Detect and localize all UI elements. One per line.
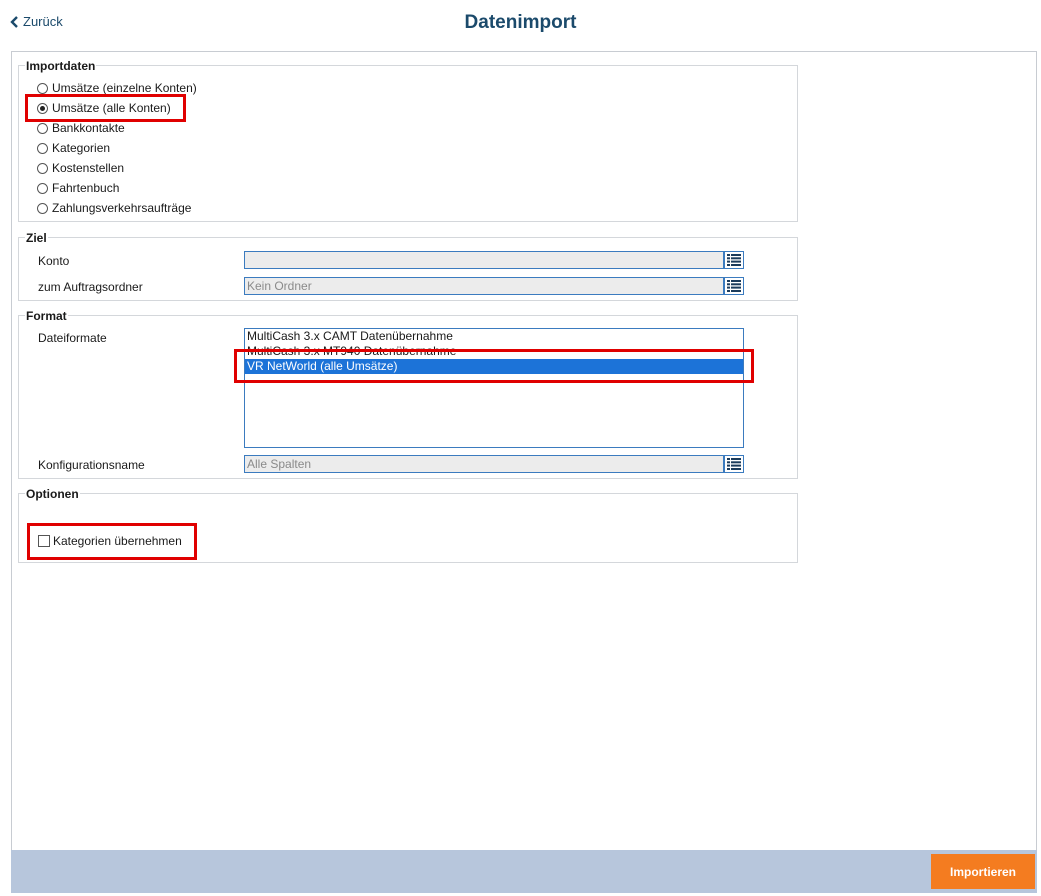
format-legend: Format [25, 309, 68, 323]
radio-button[interactable] [37, 142, 48, 154]
radio-label: Kategorien [52, 141, 111, 155]
list-option[interactable]: MultiCash 3.x MT940 Datenübernahme [245, 344, 743, 359]
radio-fahrtenbuch[interactable]: Fahrtenbuch [37, 181, 119, 195]
radio-label: Zahlungsverkehrsaufträge [52, 201, 192, 215]
ordner-field[interactable]: Kein Ordner [244, 277, 724, 295]
ziel-legend: Ziel [25, 231, 48, 245]
radio-label: Kostenstellen [52, 161, 125, 175]
radio-label: Fahrtenbuch [52, 181, 120, 195]
radio-kategorien[interactable]: Kategorien [37, 141, 110, 155]
radio-kostenstellen[interactable]: Kostenstellen [37, 161, 124, 175]
importdaten-legend: Importdaten [25, 59, 97, 73]
radio-label: Umsätze (alle Konten) [52, 101, 171, 115]
kategorien-uebernehmen-option[interactable]: Kategorien übernehmen [38, 534, 182, 548]
optionen-group [18, 493, 798, 563]
konto-field[interactable] [244, 251, 724, 269]
radio-zahlungsverkehrsauftraege[interactable]: Zahlungsverkehrsaufträge [37, 201, 191, 215]
radio-bankkontakte[interactable]: Bankkontakte [37, 121, 125, 135]
import-button[interactable]: Importieren [931, 854, 1035, 889]
list-icon [727, 254, 741, 266]
dateiformate-label: Dateiformate [38, 331, 107, 345]
optionen-legend: Optionen [25, 487, 80, 501]
konfig-label: Konfigurationsname [38, 458, 145, 472]
radio-button[interactable] [37, 162, 48, 174]
list-icon [727, 458, 741, 470]
ordner-picker-button[interactable] [724, 277, 744, 295]
radio-umsaetze-einzelne[interactable]: Umsätze (einzelne Konten) [37, 81, 197, 95]
konto-label: Konto [38, 254, 70, 268]
radio-label: Umsätze (einzelne Konten) [52, 81, 197, 95]
ordner-label: zum Auftragsordner [38, 280, 143, 294]
radio-button[interactable] [37, 82, 48, 94]
kategorien-checkbox[interactable] [38, 535, 50, 547]
konfig-picker-button[interactable] [724, 455, 744, 473]
radio-button-checked[interactable] [37, 102, 48, 114]
list-option[interactable]: MultiCash 3.x CAMT Datenübernahme [245, 329, 743, 344]
page-title: Datenimport [464, 12, 577, 33]
radio-button[interactable] [37, 202, 48, 214]
checkbox-label: Kategorien übernehmen [53, 534, 182, 548]
radio-button[interactable] [37, 122, 48, 134]
footer-bar [11, 850, 1037, 893]
dateiformate-listbox[interactable]: MultiCash 3.x CAMT Datenübernahme MultiC… [244, 328, 744, 448]
list-option-selected[interactable]: VR NetWorld (alle Umsätze) [245, 359, 743, 374]
radio-button[interactable] [37, 182, 48, 194]
radio-label: Bankkontakte [52, 121, 125, 135]
radio-umsaetze-alle[interactable]: Umsätze (alle Konten) [37, 101, 171, 115]
konfig-field[interactable]: Alle Spalten [244, 455, 724, 473]
list-icon [727, 280, 741, 292]
konto-picker-button[interactable] [724, 251, 744, 269]
